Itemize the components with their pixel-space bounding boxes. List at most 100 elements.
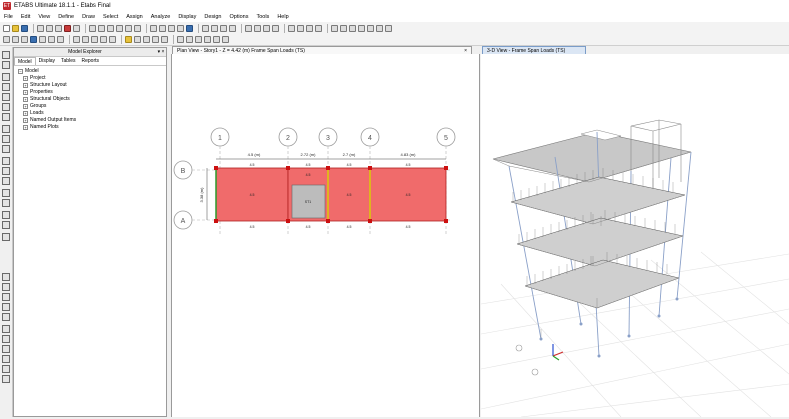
- draw-column-tool-icon[interactable]: [2, 93, 10, 101]
- expand-icon[interactable]: +: [23, 125, 28, 130]
- draw-beam-icon[interactable]: [340, 24, 347, 32]
- zoom-previous-icon[interactable]: [125, 24, 132, 32]
- menu-select[interactable]: Select: [99, 12, 122, 22]
- invert-selection-icon[interactable]: [2, 313, 10, 321]
- snap-perpendicular-tool-icon[interactable]: [2, 355, 10, 363]
- draw-floor-icon[interactable]: [367, 24, 374, 32]
- draw-tendon-icon[interactable]: [2, 199, 10, 207]
- pan-icon[interactable]: [134, 24, 141, 32]
- snap-midpoint-icon[interactable]: [2, 335, 10, 343]
- assign-load-icon[interactable]: [57, 36, 64, 43]
- deselect-icon[interactable]: [2, 303, 10, 311]
- menu-assign[interactable]: Assign: [122, 12, 147, 22]
- snap-joint-icon[interactable]: [2, 325, 10, 333]
- zoom-fit-icon[interactable]: [116, 24, 123, 32]
- draw-brace-icon[interactable]: [358, 24, 365, 32]
- tree-item-structure-layout[interactable]: + Structure Layout: [18, 82, 166, 89]
- draw-quick-wall-icon[interactable]: [2, 167, 10, 175]
- rotate-icon[interactable]: [177, 24, 184, 32]
- lock-icon[interactable]: [64, 24, 71, 32]
- snap-line-tool-icon[interactable]: [2, 365, 10, 373]
- save-icon[interactable]: [21, 24, 28, 32]
- tab-display[interactable]: Display: [36, 57, 58, 65]
- define-load-pattern-icon[interactable]: [143, 36, 150, 43]
- draw-secondary-beam-icon[interactable]: [2, 103, 10, 111]
- select-window-icon[interactable]: [2, 273, 10, 281]
- object-shrink-icon[interactable]: [220, 24, 227, 32]
- draw-point-icon[interactable]: [331, 24, 338, 32]
- tab-reports[interactable]: Reports: [78, 57, 102, 65]
- move-up-icon[interactable]: [202, 24, 209, 32]
- expand-icon[interactable]: +: [23, 83, 28, 88]
- draw-section-cut-icon[interactable]: [2, 233, 10, 241]
- move-down-icon[interactable]: [211, 24, 218, 32]
- draw-dimension-icon[interactable]: [2, 211, 10, 219]
- menu-help[interactable]: Help: [273, 12, 292, 22]
- redo-icon[interactable]: [46, 24, 53, 32]
- design-shear-wall-icon[interactable]: [306, 24, 313, 32]
- tree-item-project[interactable]: + Project: [18, 75, 166, 82]
- plan-view-canvas[interactable]: 1 2 3 4 5 B A 4.5 (m) 2.72 (m) 2.7 (m) 4…: [171, 54, 480, 417]
- draw-wall-tool-icon[interactable]: [2, 157, 10, 165]
- reshape-icon[interactable]: [2, 61, 10, 69]
- draw-link-icon[interactable]: [2, 189, 10, 197]
- tree-item-model[interactable]: − Model: [18, 68, 166, 75]
- view-compass-icon[interactable]: [515, 344, 523, 352]
- align-icon[interactable]: [222, 36, 229, 43]
- menu-tools[interactable]: Tools: [252, 12, 273, 22]
- tree-item-named-output-items[interactable]: + Named Output Items: [18, 117, 166, 124]
- menu-display[interactable]: Display: [174, 12, 200, 22]
- select-all-icon[interactable]: [3, 36, 10, 43]
- pointer-icon[interactable]: [2, 51, 10, 59]
- zoom-in-icon[interactable]: [98, 24, 105, 32]
- menu-options[interactable]: Options: [226, 12, 253, 22]
- tab-model[interactable]: Model: [14, 57, 36, 65]
- tree-item-groups[interactable]: + Groups: [18, 103, 166, 110]
- define-material-icon[interactable]: [125, 36, 132, 43]
- 3d-view-canvas[interactable]: [480, 54, 789, 418]
- tab-tables[interactable]: Tables: [58, 57, 78, 65]
- menu-file[interactable]: File: [0, 12, 17, 22]
- refresh-icon[interactable]: [55, 24, 62, 32]
- select-intersect-icon[interactable]: [2, 283, 10, 291]
- collapse-icon[interactable]: −: [18, 69, 23, 74]
- draw-brace-tool-icon[interactable]: [2, 113, 10, 121]
- elevation-view-icon[interactable]: [168, 24, 175, 32]
- extrude-icon[interactable]: [213, 36, 220, 43]
- divide-icon[interactable]: [195, 36, 202, 43]
- expand-icon[interactable]: +: [23, 90, 28, 95]
- design-composite-icon[interactable]: [315, 24, 322, 32]
- menu-view[interactable]: View: [34, 12, 54, 22]
- snap-points-icon[interactable]: [73, 36, 80, 43]
- draw-opening-icon[interactable]: [385, 24, 392, 32]
- expand-icon[interactable]: +: [23, 76, 28, 81]
- select-all-tool-icon[interactable]: [2, 293, 10, 301]
- tree-item-loads[interactable]: + Loads: [18, 110, 166, 117]
- snap-grid-icon[interactable]: [2, 375, 10, 383]
- menu-design[interactable]: Design: [200, 12, 225, 22]
- draw-opening-tool-icon[interactable]: [2, 177, 10, 185]
- set-display-icon[interactable]: [229, 24, 236, 32]
- merge-icon[interactable]: [204, 36, 211, 43]
- show-undeformed-icon[interactable]: [245, 24, 252, 32]
- menu-draw[interactable]: Draw: [78, 12, 99, 22]
- menu-analyze[interactable]: Analyze: [147, 12, 175, 22]
- show-tables-icon[interactable]: [272, 24, 279, 32]
- expand-icon[interactable]: +: [23, 118, 28, 123]
- select-previous-icon[interactable]: [12, 36, 19, 43]
- replicate-icon[interactable]: [177, 36, 184, 43]
- pin-close-icon[interactable]: ▾ ×: [156, 48, 166, 56]
- assign-joint-icon[interactable]: [30, 36, 37, 43]
- draw-reference-line-icon[interactable]: [2, 221, 10, 229]
- design-steel-icon[interactable]: [288, 24, 295, 32]
- mirror-icon[interactable]: [186, 36, 193, 43]
- zoom-out-icon[interactable]: [107, 24, 114, 32]
- expand-icon[interactable]: +: [23, 111, 28, 116]
- tree-item-structural-objects[interactable]: + Structural Objects: [18, 96, 166, 103]
- tree-item-named-plots[interactable]: + Named Plots: [18, 124, 166, 131]
- perspective-icon[interactable]: [186, 24, 193, 32]
- zoom-window-icon[interactable]: [89, 24, 96, 32]
- 3d-view-icon[interactable]: [150, 24, 157, 32]
- assign-frame-icon[interactable]: [39, 36, 46, 43]
- draw-rectangle-floor-icon[interactable]: [2, 135, 10, 143]
